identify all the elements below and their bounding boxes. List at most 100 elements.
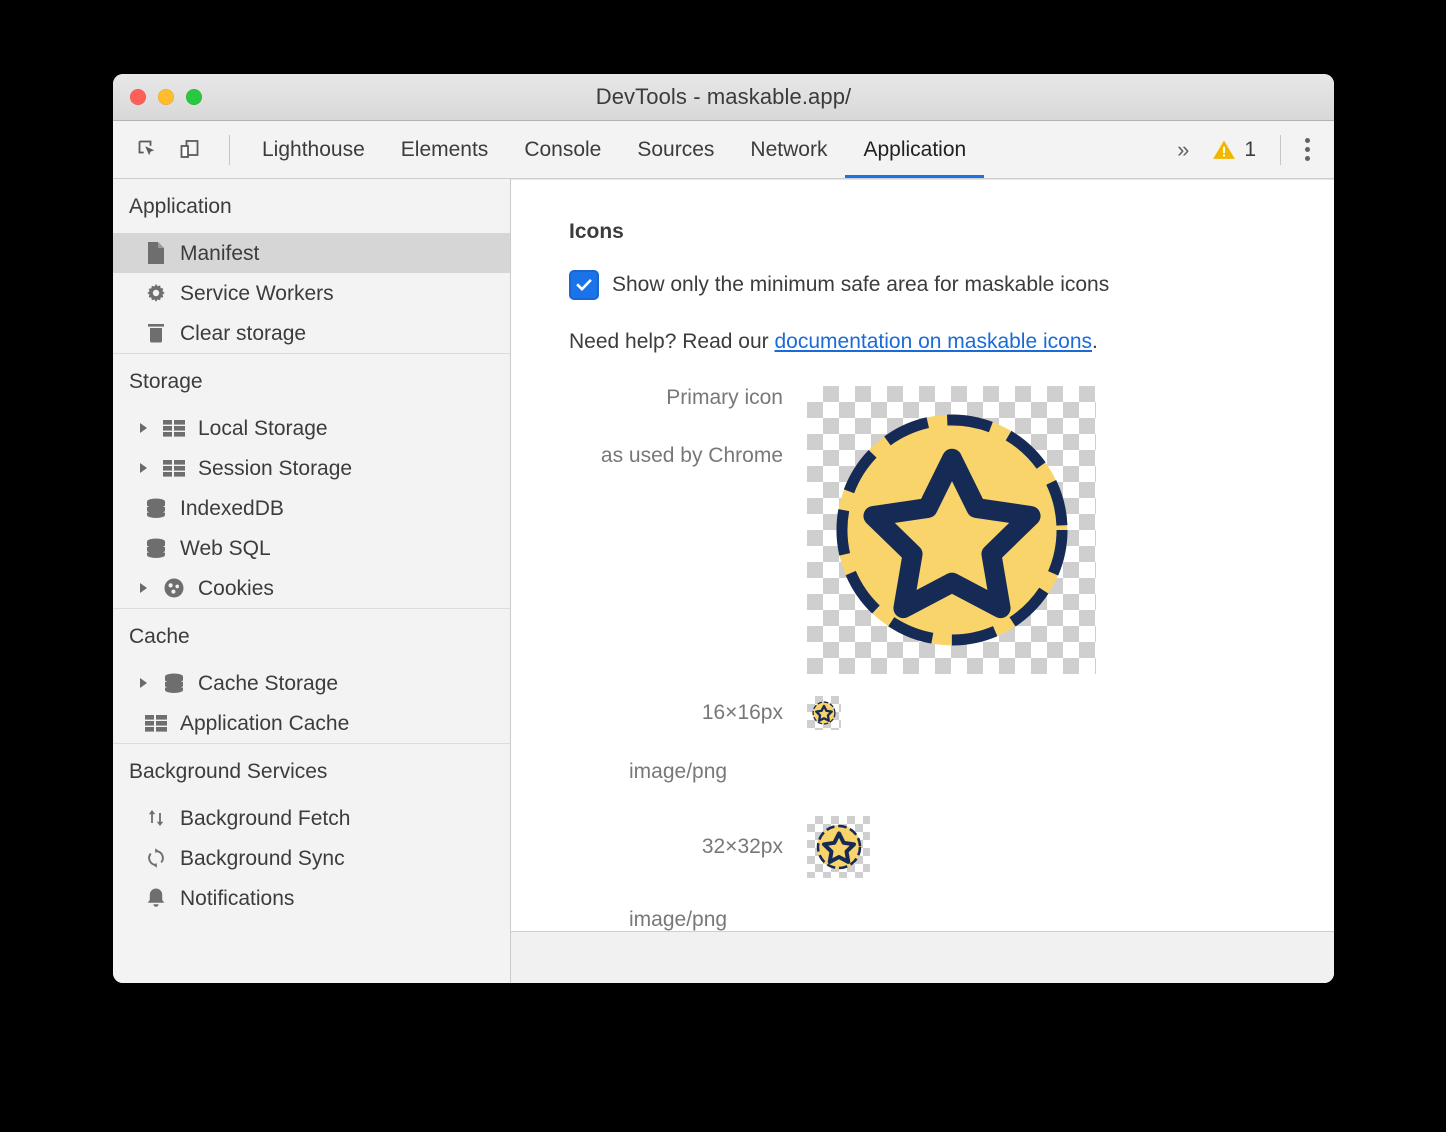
sidebar-item-cache-storage[interactable]: Cache Storage xyxy=(113,663,510,703)
warning-count: 1 xyxy=(1244,138,1256,162)
sidebar-item-notifications[interactable]: Notifications xyxy=(113,878,510,918)
maskable-safe-area-checkbox-row[interactable]: Show only the minimum safe area for mask… xyxy=(569,270,1334,300)
kebab-menu-icon[interactable] xyxy=(1295,138,1320,161)
sidebar-item-session-storage[interactable]: Session Storage xyxy=(113,448,510,488)
icon-entry-16-mime: image/png xyxy=(569,760,1334,784)
icon-entry-16-row: 16×16px xyxy=(569,696,1334,730)
maskable-star-icon xyxy=(821,399,1083,661)
sidebar-item-label: Clear storage xyxy=(180,323,306,344)
sidebar-item-label: Background Sync xyxy=(180,848,345,869)
sidebar-item-label: Local Storage xyxy=(198,418,328,439)
bell-icon xyxy=(143,885,169,911)
icon-entry-32-preview xyxy=(807,816,870,878)
expand-arrow-icon[interactable] xyxy=(140,423,147,433)
gear-icon xyxy=(143,280,169,306)
warning-indicator[interactable]: 1 xyxy=(1201,137,1266,163)
expand-arrow-icon[interactable] xyxy=(140,583,147,593)
sidebar-section-cache: Cache Cache Storage Application Cache xyxy=(113,608,510,743)
panel-tabs: Lighthouse Elements Console Sources Netw… xyxy=(244,121,984,178)
inspect-element-icon[interactable] xyxy=(131,133,165,167)
document-icon xyxy=(143,240,169,266)
table-icon xyxy=(161,415,187,441)
tab-lighthouse[interactable]: Lighthouse xyxy=(244,121,383,178)
cookie-icon xyxy=(161,575,187,601)
sidebar-item-label: Cache Storage xyxy=(198,673,338,694)
sidebar-item-label: Background Fetch xyxy=(180,808,350,829)
primary-icon-label-line1: Primary icon xyxy=(569,386,783,410)
devtools-toolbar: Lighthouse Elements Console Sources Netw… xyxy=(113,121,1334,179)
table-icon xyxy=(143,710,169,736)
database-icon xyxy=(143,535,169,561)
sidebar-item-label: Manifest xyxy=(180,243,259,264)
expand-arrow-icon[interactable] xyxy=(140,463,147,473)
warning-triangle-icon xyxy=(1211,137,1237,163)
maskable-safe-area-label: Show only the minimum safe area for mask… xyxy=(612,273,1109,297)
sidebar-item-label: IndexedDB xyxy=(180,498,284,519)
device-toolbar-icon[interactable] xyxy=(173,133,207,167)
help-text: Need help? Read our documentation on mas… xyxy=(569,330,1334,354)
database-icon xyxy=(143,495,169,521)
window-title: DevTools - maskable.app/ xyxy=(113,84,1334,110)
expand-arrow-icon[interactable] xyxy=(140,678,147,688)
primary-icon-labels: Primary icon as used by Chrome xyxy=(569,386,807,468)
icon-entry-16-preview xyxy=(807,696,841,730)
sidebar-section-title: Application xyxy=(113,179,510,233)
tab-console[interactable]: Console xyxy=(506,121,619,178)
maskable-star-icon xyxy=(814,822,864,872)
maskable-star-icon xyxy=(811,700,837,726)
sidebar-item-background-fetch[interactable]: Background Fetch xyxy=(113,798,510,838)
icon-entry-32-row: 32×32px xyxy=(569,816,1334,878)
sidebar-item-label: Notifications xyxy=(180,888,294,909)
help-suffix: . xyxy=(1092,330,1098,353)
devtools-window: DevTools - maskable.app/ Lighthouse Elem… xyxy=(113,74,1334,983)
sidebar-item-clear-storage[interactable]: Clear storage xyxy=(113,313,510,353)
help-prefix: Need help? Read our xyxy=(569,330,774,353)
sidebar-item-indexeddb[interactable]: IndexedDB xyxy=(113,488,510,528)
traffic-lights xyxy=(130,89,202,105)
tab-sources[interactable]: Sources xyxy=(619,121,732,178)
application-sidebar[interactable]: Application Manifest Service Workers xyxy=(113,179,511,983)
manifest-panel: Icons Show only the minimum safe area fo… xyxy=(511,179,1334,983)
toolbar-divider-right xyxy=(1280,135,1281,165)
sidebar-item-service-workers[interactable]: Service Workers xyxy=(113,273,510,313)
primary-icon-preview xyxy=(807,386,1096,674)
trash-icon xyxy=(143,320,169,346)
sidebar-item-local-storage[interactable]: Local Storage xyxy=(113,408,510,448)
updown-arrows-icon xyxy=(143,805,169,831)
icon-entry-16-size: 16×16px xyxy=(569,701,807,725)
database-icon xyxy=(161,670,187,696)
panel-footer xyxy=(511,931,1334,983)
primary-icon-label-line2: as used by Chrome xyxy=(569,444,783,468)
sidebar-item-background-sync[interactable]: Background Sync xyxy=(113,838,510,878)
primary-icon-row: Primary icon as used by Chrome xyxy=(569,386,1334,674)
maximize-button[interactable] xyxy=(186,89,202,105)
sidebar-item-manifest[interactable]: Manifest xyxy=(113,233,510,273)
sidebar-section-title: Storage xyxy=(113,354,510,408)
more-tabs-chevron-icon[interactable]: » xyxy=(1165,137,1201,163)
minimize-button[interactable] xyxy=(158,89,174,105)
tab-application[interactable]: Application xyxy=(845,121,984,178)
icon-entry-32-mime: image/png xyxy=(569,908,1334,932)
sidebar-item-application-cache[interactable]: Application Cache xyxy=(113,703,510,743)
maskable-docs-link[interactable]: documentation on maskable icons xyxy=(774,330,1092,353)
sidebar-item-label: Cookies xyxy=(198,578,274,599)
maskable-safe-area-checkbox[interactable] xyxy=(569,270,599,300)
sidebar-item-cookies[interactable]: Cookies xyxy=(113,568,510,608)
sidebar-item-label: Web SQL xyxy=(180,538,271,559)
window-titlebar: DevTools - maskable.app/ xyxy=(113,74,1334,121)
sidebar-item-label: Session Storage xyxy=(198,458,352,479)
devtools-body: Application Manifest Service Workers xyxy=(113,179,1334,983)
sync-icon xyxy=(143,845,169,871)
sidebar-section-background-services: Background Services Background Fetch Bac… xyxy=(113,743,510,918)
sidebar-section-title: Cache xyxy=(113,609,510,663)
icon-entry-32-size: 32×32px xyxy=(569,835,807,859)
section-heading-icons: Icons xyxy=(569,220,1334,244)
tab-network[interactable]: Network xyxy=(732,121,845,178)
close-button[interactable] xyxy=(130,89,146,105)
sidebar-section-storage: Storage Local Storage Session Storage xyxy=(113,353,510,608)
table-icon xyxy=(161,455,187,481)
tab-elements[interactable]: Elements xyxy=(383,121,507,178)
sidebar-section-application: Application Manifest Service Workers xyxy=(113,179,510,353)
sidebar-item-web-sql[interactable]: Web SQL xyxy=(113,528,510,568)
sidebar-item-label: Service Workers xyxy=(180,283,334,304)
